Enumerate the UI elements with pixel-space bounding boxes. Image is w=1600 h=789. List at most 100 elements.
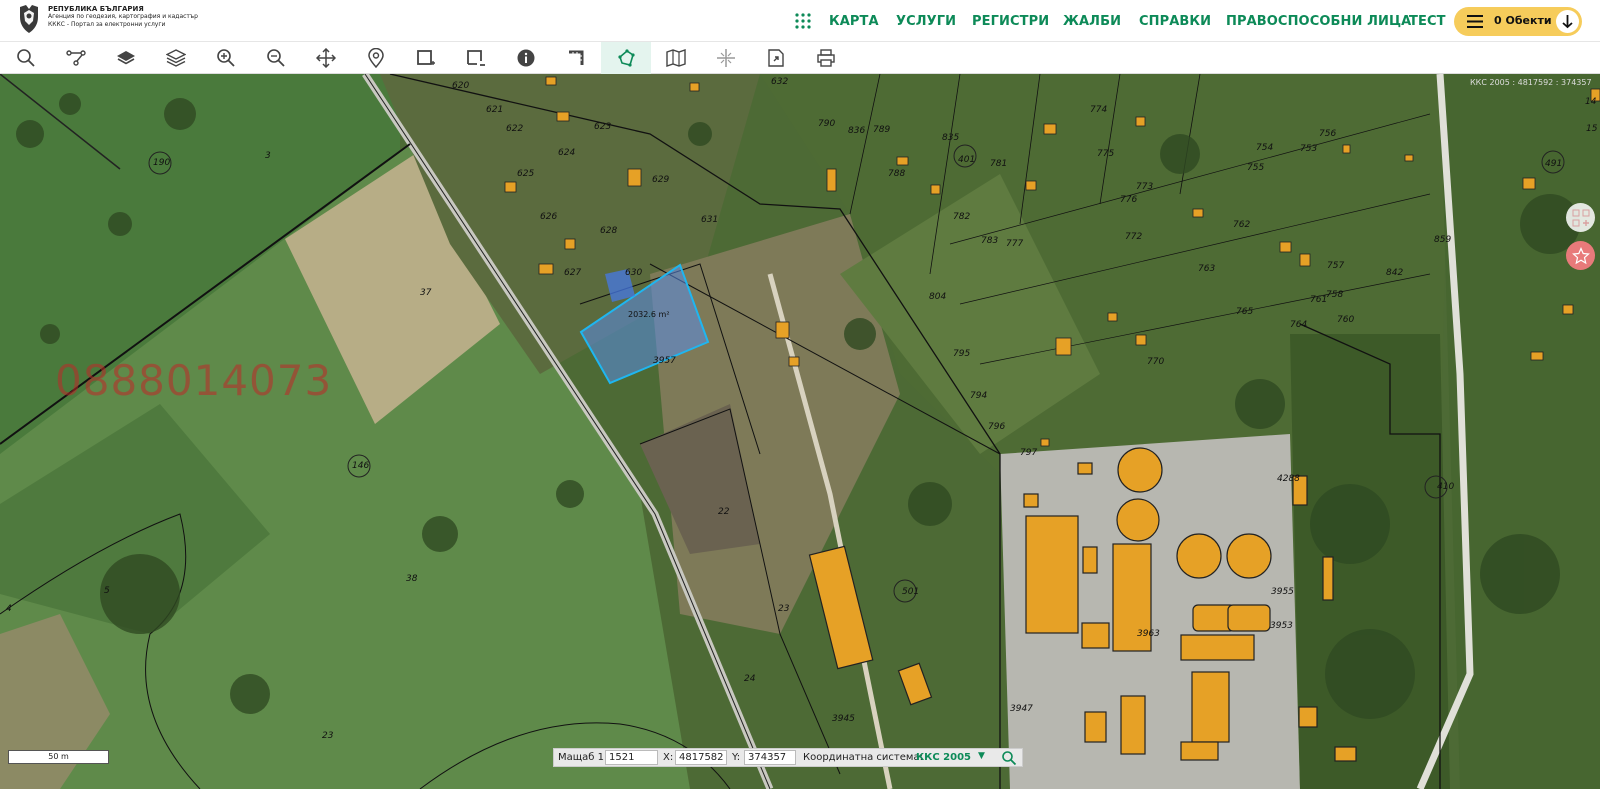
crosshair-icon xyxy=(717,49,735,67)
parcel-number: 22 xyxy=(718,507,730,517)
brand-line-2: Агенция по геодезия, картография и кадас… xyxy=(48,13,198,20)
parcel-number: 835 xyxy=(942,133,960,143)
pan-icon xyxy=(316,48,336,68)
y-coordinate-field[interactable]: 374357 xyxy=(744,750,796,765)
parcel-number: 756 xyxy=(1319,129,1337,139)
tool-print[interactable] xyxy=(801,42,851,74)
parcel-number: 620 xyxy=(452,81,470,91)
print-icon xyxy=(817,49,835,67)
coat-of-arms-logo xyxy=(20,5,38,33)
parcel-number: 758 xyxy=(1326,290,1344,300)
tool-crosshair[interactable] xyxy=(701,42,751,74)
parcel-number: 796 xyxy=(988,422,1006,432)
nav-pravosposobni-litsa[interactable]: ПРАВОСПОСОБНИ ЛИЦА xyxy=(1226,14,1411,29)
measured-area-label: 2032.6 m² xyxy=(628,310,670,319)
nav-uslugi[interactable]: УСЛУГИ xyxy=(896,14,956,29)
parcel-number: 773 xyxy=(1136,182,1154,192)
tool-layers[interactable] xyxy=(101,42,151,74)
parcel-number: 625 xyxy=(517,169,535,179)
scale-label: Мащаб 1: xyxy=(558,752,608,763)
x-label: X: xyxy=(663,752,674,763)
coordinate-system-select[interactable]: ККС 2005 xyxy=(916,752,971,763)
parcel-number: 410 xyxy=(1437,482,1455,492)
nav-registri[interactable]: РЕГИСТРИ xyxy=(972,14,1049,29)
search-icon[interactable] xyxy=(1001,750,1017,766)
parcel-number: 794 xyxy=(970,391,988,401)
parcel-number: 4288 xyxy=(1277,474,1300,484)
parcel-number: 790 xyxy=(818,119,836,129)
tool-measure-distance[interactable] xyxy=(551,42,601,74)
info-icon xyxy=(517,49,535,67)
tool-marker[interactable] xyxy=(351,42,401,74)
tool-select-remove[interactable] xyxy=(451,42,501,74)
chevron-down-icon[interactable]: ▼ xyxy=(978,751,985,761)
nav-karta[interactable]: КАРТА xyxy=(829,14,879,29)
x-coordinate-field[interactable]: 4817582 xyxy=(675,750,727,765)
favorites-fab[interactable] xyxy=(1566,241,1595,270)
parcel-number: 772 xyxy=(1125,232,1143,242)
parcel-number: 753 xyxy=(1300,144,1318,154)
parcel-number: 23 xyxy=(322,731,334,741)
brand-text: РЕПУБЛИКА БЪЛГАРИЯ Агенция по геодезия, … xyxy=(48,5,198,29)
tool-export[interactable] xyxy=(751,42,801,74)
parcel-number: 782 xyxy=(953,212,971,222)
export-icon xyxy=(768,49,784,67)
parcel-number: 789 xyxy=(873,125,891,135)
parcel-number: 146 xyxy=(352,461,370,471)
menu-icon xyxy=(1467,15,1483,28)
coordinate-system-label: Координатна система: xyxy=(803,752,923,763)
apps-grid-icon[interactable] xyxy=(795,13,811,29)
nav-zhalbi[interactable]: ЖАЛБИ xyxy=(1063,14,1121,29)
scale-bar: 50 m xyxy=(8,750,109,764)
scale-input[interactable]: 1521 xyxy=(605,750,658,765)
layers-grid-fab[interactable] xyxy=(1566,203,1595,232)
tool-layers-stack[interactable] xyxy=(151,42,201,74)
grid-plus-icon xyxy=(1572,209,1589,226)
tool-zoom-out[interactable] xyxy=(251,42,301,74)
tool-info[interactable] xyxy=(501,42,551,74)
brand-line-3: КККС - Портал за електронни услуги xyxy=(48,21,166,28)
tool-map-book[interactable] xyxy=(651,42,701,74)
layers-icon xyxy=(117,51,135,65)
parcel-number: 775 xyxy=(1097,149,1115,159)
nav-spravki[interactable]: СПРАВКИ xyxy=(1139,14,1211,29)
map-toolbar xyxy=(0,42,1600,74)
parcel-number: 770 xyxy=(1147,357,1165,367)
nav-test[interactable]: ТЕСТ xyxy=(1409,14,1446,29)
map-canvas[interactable]: 0888014073 2032.6 m² ККС 2005 : 4817592 … xyxy=(0,74,1600,789)
parcel-number: 755 xyxy=(1247,163,1265,173)
parcel-number: 859 xyxy=(1434,235,1452,245)
parcel-number: 401 xyxy=(958,155,976,165)
map-book-icon xyxy=(666,49,686,67)
parcel-number: 777 xyxy=(1006,239,1024,249)
parcel-number: 3 xyxy=(265,151,271,161)
parcel-number: 622 xyxy=(506,124,524,134)
tool-zoom-in[interactable] xyxy=(201,42,251,74)
tool-route[interactable] xyxy=(51,42,101,74)
objects-button[interactable]: 0 Обекти xyxy=(1454,7,1582,36)
parcel-number: 4 xyxy=(6,604,12,614)
parcel-number: 3945 xyxy=(832,714,855,724)
y-label: Y: xyxy=(732,752,741,763)
parcel-number: 501 xyxy=(902,587,920,597)
parcel-number: 632 xyxy=(771,77,789,87)
objects-count-label: 0 Обекти xyxy=(1494,14,1552,27)
parcel-number: 491 xyxy=(1545,159,1563,169)
parcel-number: 763 xyxy=(1198,264,1216,274)
top-header: РЕПУБЛИКА БЪЛГАРИЯ Агенция по геодезия, … xyxy=(0,0,1600,42)
parcel-number: 781 xyxy=(990,159,1008,169)
parcel-number: 797 xyxy=(1020,448,1038,458)
tool-pan[interactable] xyxy=(301,42,351,74)
parcel-number: 3947 xyxy=(1010,704,1033,714)
parcel-number: 24 xyxy=(744,674,756,684)
zoom-out-icon xyxy=(267,49,285,67)
parcel-number: 783 xyxy=(981,236,999,246)
tool-select-add[interactable] xyxy=(401,42,451,74)
parcel-number: 190 xyxy=(153,158,171,168)
tool-search[interactable] xyxy=(1,42,51,74)
parcel-number: 3955 xyxy=(1271,587,1294,597)
parcel-number: 627 xyxy=(564,268,582,278)
parcel-number: 624 xyxy=(558,148,576,158)
parcel-number: 774 xyxy=(1090,105,1108,115)
tool-measure-area[interactable] xyxy=(601,42,651,74)
